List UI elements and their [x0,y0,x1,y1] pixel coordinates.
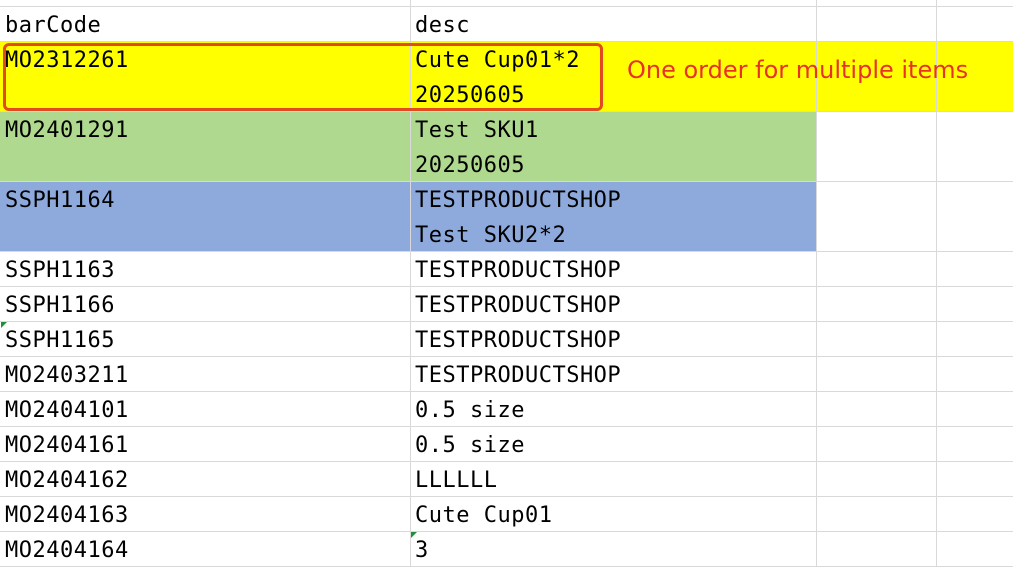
spreadsheet-grid: barCode desc MO2312261 Cute Cup01*2 2025… [0,0,1013,567]
barcode-cell[interactable]: SSPH1163 [5,253,115,288]
barcode-cell[interactable]: MO2404162 [5,463,129,498]
cell-error-marker [1,322,7,328]
barcode-cell[interactable]: SSPH1166 [5,288,115,323]
desc-cell[interactable]: TESTPRODUCTSHOP [415,323,621,358]
barcode-cell[interactable]: MO2404101 [5,393,129,428]
annotation-highlight-box [3,43,603,111]
desc-cell[interactable]: Cute Cup01 [415,498,552,533]
header-barcode-cell[interactable]: barCode [5,8,101,43]
desc-cell[interactable]: 3 [415,533,429,567]
barcode-cell[interactable]: SSPH1164 [5,183,115,218]
row-gridline [0,496,1013,497]
desc-cell[interactable]: TESTPRODUCTSHOP [415,253,621,288]
desc-cell-line2[interactable]: 20250605 [415,148,525,183]
barcode-cell[interactable]: MO2404163 [5,498,129,533]
row-gridline [0,6,1013,7]
barcode-cell[interactable]: MO2404164 [5,533,129,567]
desc-cell[interactable]: TESTPRODUCTSHOP [415,358,621,393]
annotation-label: One order for multiple items [627,56,969,84]
row-highlight-blue [0,181,816,251]
cell-error-marker [411,532,417,538]
desc-cell[interactable]: 0.5 size [415,393,525,428]
desc-cell[interactable]: 0.5 size [415,428,525,463]
barcode-cell[interactable]: MO2404161 [5,428,129,463]
desc-cell-line2[interactable]: Test SKU2*2 [415,218,566,253]
desc-cell[interactable]: LLLLLL [415,463,497,498]
desc-cell-line1[interactable]: TESTPRODUCTSHOP [415,183,621,218]
row-gridline [0,41,1013,42]
barcode-cell[interactable]: MO2403211 [5,358,129,393]
desc-cell[interactable]: TESTPRODUCTSHOP [415,288,621,323]
barcode-cell[interactable]: SSPH1165 [5,323,115,358]
desc-cell-line1[interactable]: Test SKU1 [415,113,539,148]
header-desc-cell[interactable]: desc [415,8,470,43]
barcode-cell[interactable]: MO2401291 [5,113,129,148]
